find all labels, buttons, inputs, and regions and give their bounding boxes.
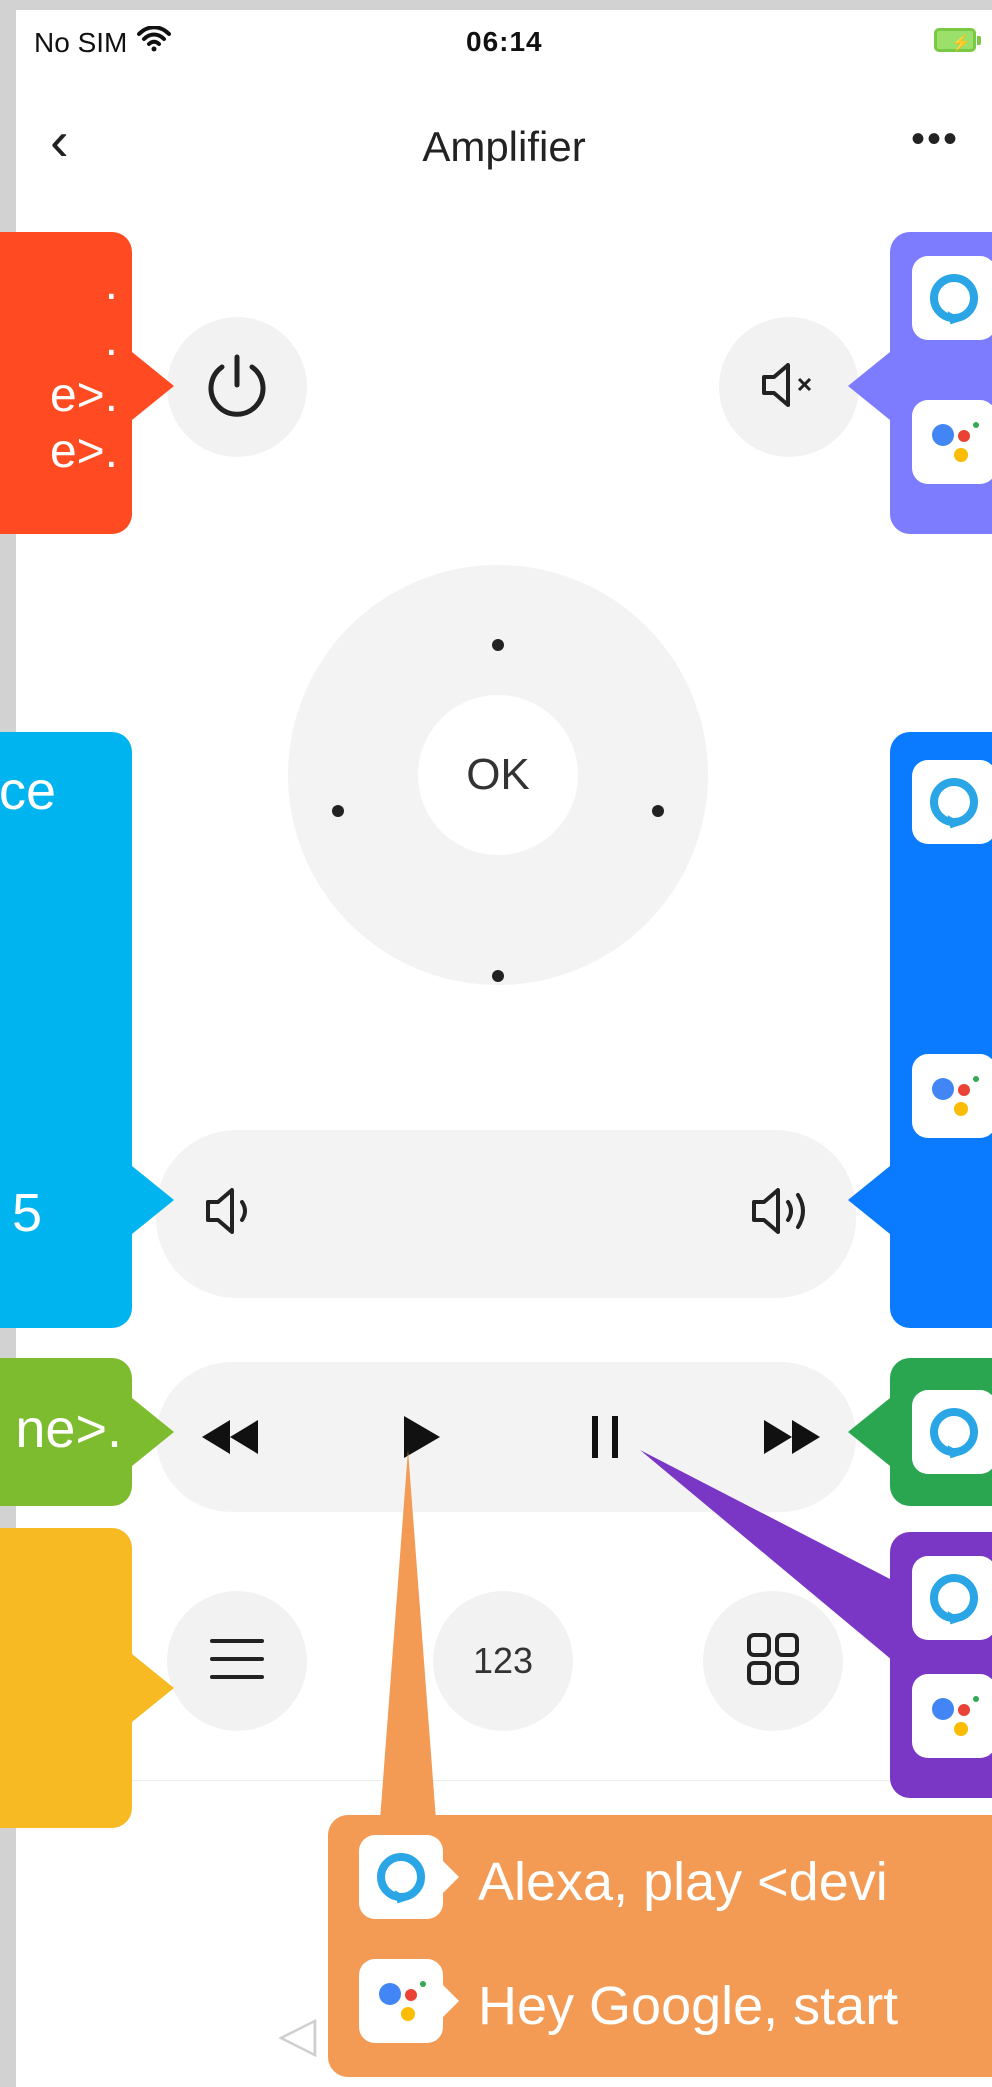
carrier-group: No SIM — [34, 25, 172, 59]
nav-back-icon[interactable]: ◁ — [278, 2005, 316, 2063]
power-command-line-4: e>. — [49, 425, 118, 478]
alexa-play-command: Alexa, play <devi — [478, 1852, 888, 1912]
volume-callout-pointer — [848, 1166, 890, 1234]
power-callout-pointer — [132, 352, 174, 420]
google-assistant-badge-volume — [912, 1054, 992, 1138]
status-bar: No SIM 06:14 ⚡ — [16, 10, 992, 80]
google-pointer-arrow — [441, 1983, 459, 2019]
play-command-callout: Alexa, play <devi Hey Google, start — [328, 1815, 992, 2077]
media-command-text-left: ne>. — [15, 1399, 122, 1459]
mute-command-callout — [848, 232, 992, 534]
google-assistant-icon — [932, 424, 954, 446]
volume-down-icon — [198, 1180, 264, 1247]
navigation-command-callout: ce 5 — [0, 732, 174, 1328]
power-command-line-3: e>. — [49, 369, 118, 422]
menu-icon — [208, 1635, 266, 1688]
power-command-callout: . . e>. e>. — [0, 232, 174, 534]
rewind-button[interactable] — [196, 1414, 268, 1464]
pause-icon — [582, 1410, 630, 1469]
power-button[interactable] — [167, 317, 307, 457]
media-command-callout-left: ne>. — [0, 1358, 174, 1506]
media-callout-left-pointer — [132, 1398, 174, 1466]
google-assistant-icon — [932, 1698, 954, 1720]
dpad-down-button[interactable] — [492, 970, 504, 982]
google-assistant-badge — [912, 400, 992, 484]
power-command-lines: . . e>. e>. — [50, 256, 118, 480]
google-assistant-icon — [379, 1983, 401, 2005]
google-play-command: Hey Google, start — [478, 1976, 899, 2036]
alexa-pointer-arrow — [441, 1859, 459, 1895]
more-horizontal-icon: ••• — [911, 117, 960, 161]
alexa-icon — [930, 778, 978, 826]
dpad-up-button[interactable] — [492, 639, 504, 651]
rewind-icon — [196, 1412, 268, 1467]
dpad-left-button[interactable] — [332, 805, 344, 817]
navigation-command-text: ce — [0, 761, 56, 821]
battery-icon: ⚡ — [934, 28, 981, 52]
dpad: OK — [288, 565, 708, 985]
more-button[interactable]: ••• — [911, 117, 959, 162]
page: No SIM 06:14 ⚡ ‹ Amplifier ••• OK 123 ◁ … — [0, 0, 992, 2087]
power-command-line-2: . — [104, 313, 118, 366]
volume-up-button[interactable] — [744, 1182, 824, 1244]
google-assistant-badge-play — [359, 1959, 443, 2043]
volume-up-icon — [744, 1180, 824, 1247]
alexa-icon — [930, 1408, 978, 1456]
menu-command-callout — [0, 1528, 174, 1828]
alexa-badge — [912, 256, 992, 340]
volume-down-button[interactable] — [198, 1182, 264, 1244]
phone-screen: No SIM 06:14 ⚡ ‹ Amplifier ••• OK 123 ◁ — [16, 10, 992, 2087]
wifi-icon — [137, 25, 172, 59]
alexa-icon — [930, 274, 978, 322]
alexa-badge-volume — [912, 760, 992, 844]
menu-button[interactable] — [167, 1591, 307, 1731]
power-icon — [198, 346, 276, 429]
mute-icon — [754, 355, 824, 420]
channel-number-label: 123 — [472, 1640, 534, 1681]
pause-callout-pointer — [640, 1450, 892, 1660]
dpad-right-button[interactable] — [652, 805, 664, 817]
alexa-icon — [377, 1853, 425, 1901]
alexa-badge-play — [359, 1835, 443, 1919]
navigation-callout-pointer — [132, 1166, 174, 1234]
play-callout-pointer — [380, 1450, 436, 1820]
google-assistant-icon — [932, 1078, 954, 1100]
power-command-line-1: . — [104, 257, 118, 310]
mute-callout-pointer — [848, 352, 890, 420]
menu-callout-pointer — [132, 1654, 174, 1722]
volume-command-callout — [848, 732, 992, 1328]
pause-button[interactable] — [582, 1412, 630, 1466]
mute-button[interactable] — [719, 317, 859, 457]
ok-button[interactable]: OK — [418, 695, 578, 855]
carrier-label: No SIM — [34, 26, 128, 58]
clock: 06:14 — [466, 26, 543, 57]
app-header: ‹ Amplifier ••• — [16, 85, 992, 215]
volume-command-text: 5 — [12, 1183, 43, 1243]
page-title: Amplifier — [422, 123, 586, 170]
